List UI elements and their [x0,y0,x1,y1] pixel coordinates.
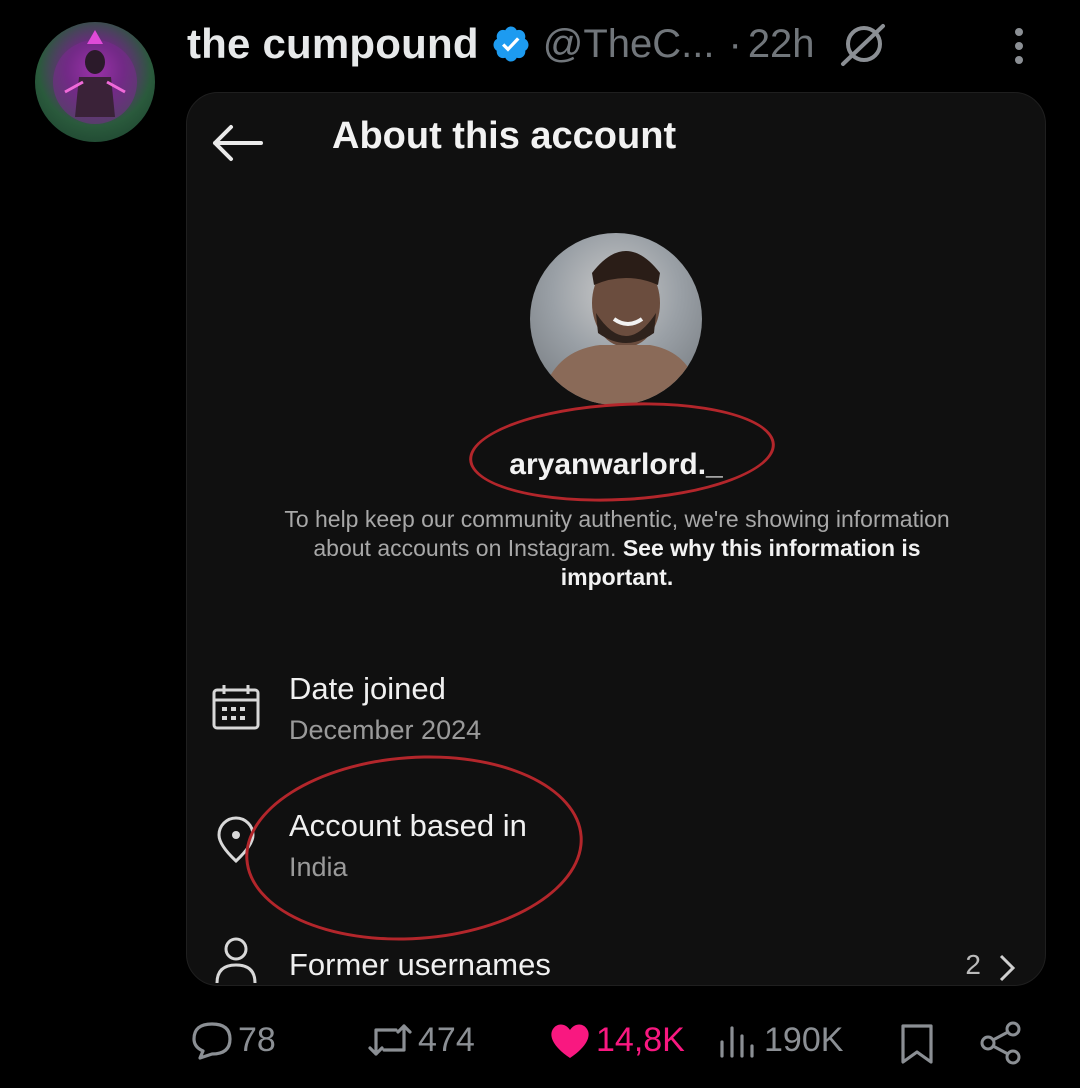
share-icon[interactable] [978,1020,1024,1066]
repost-button[interactable]: 474 [366,1020,475,1060]
more-options-icon[interactable] [1005,26,1033,66]
chevron-right-icon [999,954,1016,982]
grok-icon[interactable] [837,18,889,70]
reply-button[interactable]: 78 [190,1020,276,1060]
tweet-actions: 78 474 14,8K 190K [0,1010,1080,1070]
tweet-header: the cumpound @TheC... · 22h [187,14,889,74]
heart-filled-icon [551,1024,589,1058]
former-usernames-count: 2 [965,949,981,980]
verified-badge-icon [493,26,529,62]
repost-count: 474 [418,1020,475,1059]
bookmark-icon[interactable] [898,1022,936,1066]
views-button[interactable]: 190K [716,1020,843,1060]
page-title: About this account [332,115,677,157]
annotation-circle [238,744,590,952]
row-value: December 2024 [289,715,482,745]
row-label: Date joined [289,671,446,706]
calendar-icon [212,685,260,730]
reply-icon [192,1022,232,1060]
info-message: To help keep our community authentic, we… [277,505,957,592]
attached-image[interactable]: About this account aryanwarlord._ To hel… [186,92,1046,986]
back-arrow-icon [213,125,263,161]
timestamp[interactable]: 22h [748,22,815,67]
separator-dot: · [728,21,742,66]
profile-photo [530,233,702,405]
author-avatar[interactable] [35,22,155,142]
row-label: Former usernames [289,947,551,982]
views-chart-icon [720,1026,754,1058]
person-icon [215,937,257,984]
view-count: 190K [764,1020,844,1059]
repost-icon [368,1024,412,1056]
reply-count: 78 [238,1020,276,1059]
like-count: 14,8K [596,1020,685,1059]
annotation-circle [466,395,778,509]
author-handle[interactable]: @TheC... [543,22,715,67]
author-name[interactable]: the cumpound [187,20,479,68]
like-button[interactable]: 14,8K [548,1020,685,1060]
